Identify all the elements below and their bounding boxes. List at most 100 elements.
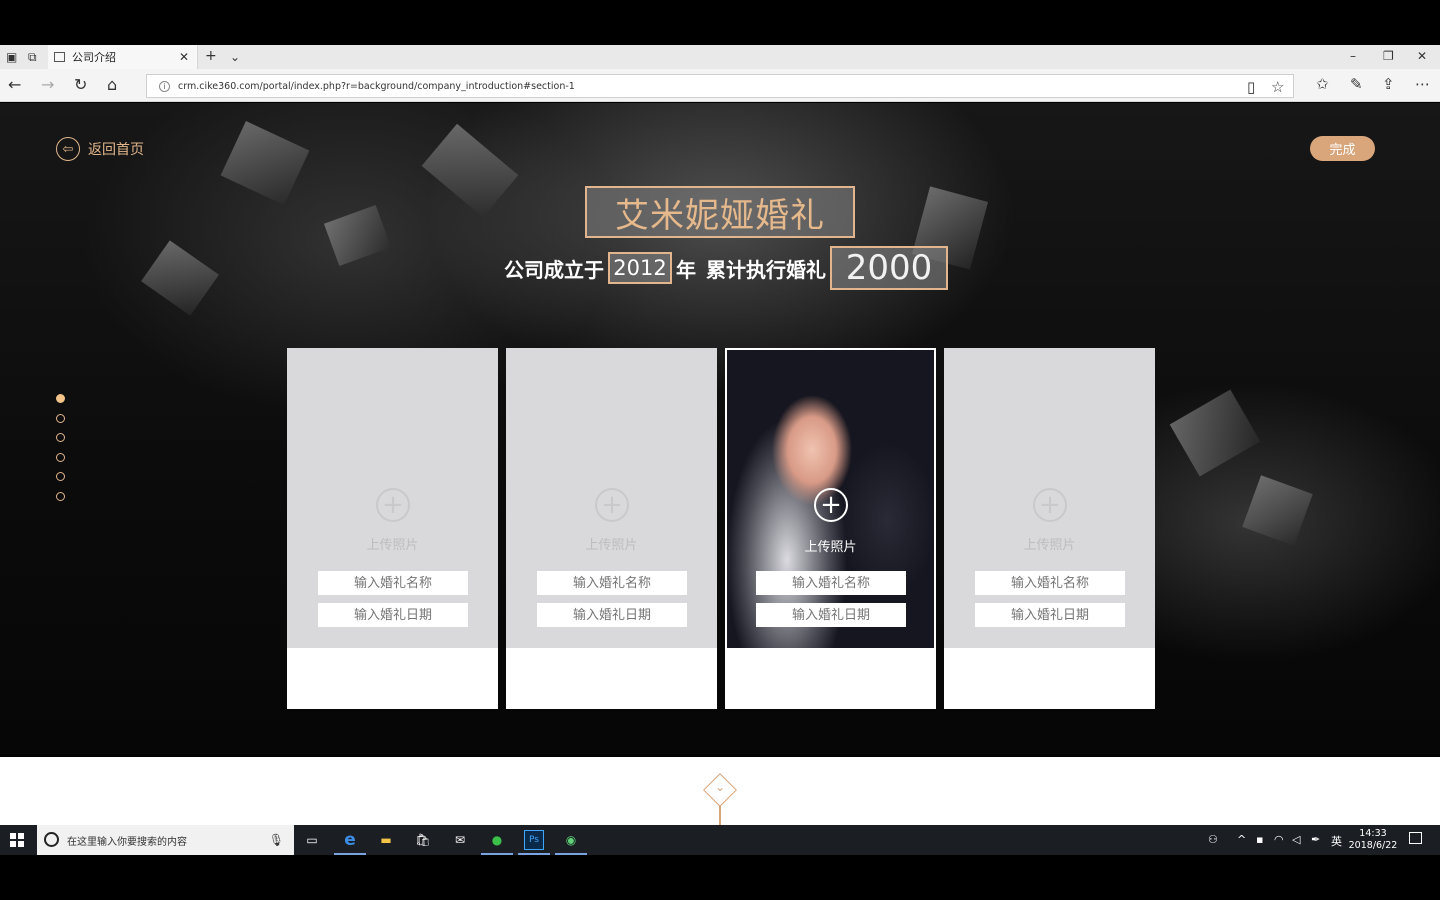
letterbox-bottom [0,855,1440,900]
section-dot-5[interactable] [56,472,65,481]
background-shard [323,204,392,267]
photo-upload-area[interactable]: + 上传照片 [287,348,498,648]
set-aside-tabs-icon[interactable]: ⧉ [28,50,37,65]
clock-time: 14:33 [1359,828,1387,839]
upload-photo-label: 上传照片 [1023,538,1076,553]
wedding-card-4: + 上传照片 [944,348,1155,709]
volume-icon[interactable]: ◁ [1292,833,1300,846]
search-placeholder: 在这里输入你要搜索的内容 [67,836,187,848]
reading-view-icon[interactable]: ▯ [1247,78,1255,96]
forward-arrow-icon[interactable]: → [41,75,54,94]
page-icon [54,52,65,62]
taskbar-search-input[interactable]: 在这里输入你要搜索的内容 🎙 [37,825,294,855]
company-intro-page: ⇦ 返回首页 完成 艾米妮娅婚礼 公司成立于 2012 年 累计执行婚礼 200… [0,103,1440,755]
founded-year-field[interactable]: 2012 [608,252,672,284]
chevron-down-icon[interactable]: ⌄ [712,780,728,794]
section-nav-dots [56,394,65,511]
background-shard [1242,475,1313,546]
section-dot-1[interactable] [56,394,65,403]
add-photo-icon[interactable]: + [814,488,848,522]
wedding-card-3: + 上传照片 [725,348,936,709]
weddings-prefix: 累计执行婚礼 [706,257,826,282]
task-view-icon[interactable]: ▭ [302,830,322,850]
photo-upload-area[interactable]: + 上传照片 [944,348,1155,648]
refresh-icon[interactable]: ↻ [74,75,87,94]
people-icon[interactable]: ⚇ [1208,833,1218,846]
wedding-date-input[interactable] [975,603,1125,627]
back-arrow-icon[interactable]: ← [8,75,21,94]
wedding-name-input[interactable] [537,571,687,595]
more-menu-icon[interactable]: ⋯ [1415,75,1430,93]
wedding-date-input[interactable] [756,603,906,627]
letterbox-top [0,0,1440,45]
company-stats: 公司成立于 2012 年 累计执行婚礼 2000 [504,246,952,290]
tray-app-icon[interactable]: ▪ [1256,833,1263,846]
wedding-photo[interactable]: + 上传照片 [727,350,934,648]
notes-pen-icon[interactable]: ✎ [1350,75,1363,93]
upload-photo-label: 上传照片 [804,540,857,555]
minimize-icon[interactable]: – [1350,49,1356,63]
tab-actions-icon[interactable]: ▣ [6,50,17,64]
show-hidden-icons-chevron[interactable]: ^ [1237,833,1246,846]
site-info-icon[interactable]: i [159,80,170,92]
wechat-icon[interactable]: ● [487,830,507,850]
browser-tab-bar: ▣ ⧉ 公司介绍 ✕ + ⌄ – ❐ ✕ [0,45,1440,69]
app-icon[interactable]: ◉ [561,830,581,850]
back-home-label: 返回首页 [88,142,144,158]
section-dot-6[interactable] [56,491,65,501]
add-photo-icon[interactable]: + [1033,488,1067,522]
section-dot-4[interactable] [56,452,65,462]
url-field[interactable]: i crm.cike360.com/portal/index.php?r=bac… [146,74,1294,98]
tab-company-intro[interactable]: 公司介绍 ✕ [48,45,198,69]
action-center-icon[interactable] [1409,832,1422,844]
done-button[interactable]: 完成 [1310,136,1375,161]
add-photo-icon[interactable]: + [376,488,410,522]
weddings-count-field[interactable]: 2000 [830,246,948,290]
favorites-hub-icon[interactable]: ✩ [1316,75,1329,93]
restore-icon[interactable]: ❐ [1383,49,1394,63]
photo-upload-area[interactable]: + 上传照片 [506,348,717,648]
back-arrow-circle-icon: ⇦ [56,137,80,161]
divider-line [719,805,721,825]
system-clock[interactable]: 14:33 2018/6/22 [1348,828,1398,852]
company-name-field[interactable]: 艾米妮娅婚礼 [585,186,855,238]
upload-photo-label: 上传照片 [585,538,638,553]
wedding-name-input[interactable] [318,571,468,595]
wedding-card-1: + 上传照片 [287,348,498,709]
store-icon[interactable]: 🛍 [413,830,433,850]
background-shard [220,121,310,205]
tab-title: 公司介绍 [72,51,116,64]
section-dot-2[interactable] [56,413,65,423]
microphone-icon[interactable]: 🎙 [269,833,284,847]
new-tab-icon[interactable]: + [205,48,217,64]
windows-start-icon[interactable] [10,833,24,847]
tab-preview-chevron-icon[interactable]: ⌄ [230,50,240,64]
network-icon[interactable]: ◠ [1274,833,1284,846]
background-shard [421,123,519,218]
wedding-name-input[interactable] [756,571,906,595]
address-bar: ← → ↻ ⌂ i crm.cike360.com/portal/index.p… [0,69,1440,102]
back-home-link[interactable]: ⇦ 返回首页 [56,137,144,161]
wedding-date-input[interactable] [537,603,687,627]
upload-photo-label: 上传照片 [366,538,419,553]
wedding-date-input[interactable] [318,603,468,627]
founded-suffix: 年 [676,257,696,282]
pen-icon[interactable]: ✒ [1311,833,1320,846]
mail-icon[interactable]: ✉ [450,830,470,850]
home-icon[interactable]: ⌂ [107,75,117,94]
ime-indicator[interactable]: 英 [1331,833,1342,849]
url-text: crm.cike360.com/portal/index.php?r=backg… [178,80,575,92]
file-explorer-icon[interactable]: ▬ [376,830,396,850]
close-tab-icon[interactable]: ✕ [179,50,189,64]
cortana-icon [44,832,59,847]
favorite-star-icon[interactable]: ☆ [1271,78,1284,96]
section-dot-3[interactable] [56,433,65,442]
wedding-name-input[interactable] [975,571,1125,595]
background-shard [1169,389,1261,477]
clock-date: 2018/6/22 [1348,840,1398,851]
add-photo-icon[interactable]: + [595,488,629,522]
photoshop-icon[interactable]: Ps [524,830,544,850]
share-icon[interactable]: ⇪ [1382,75,1395,93]
edge-browser-icon[interactable]: e [340,830,360,850]
window-close-icon[interactable]: ✕ [1417,49,1427,63]
